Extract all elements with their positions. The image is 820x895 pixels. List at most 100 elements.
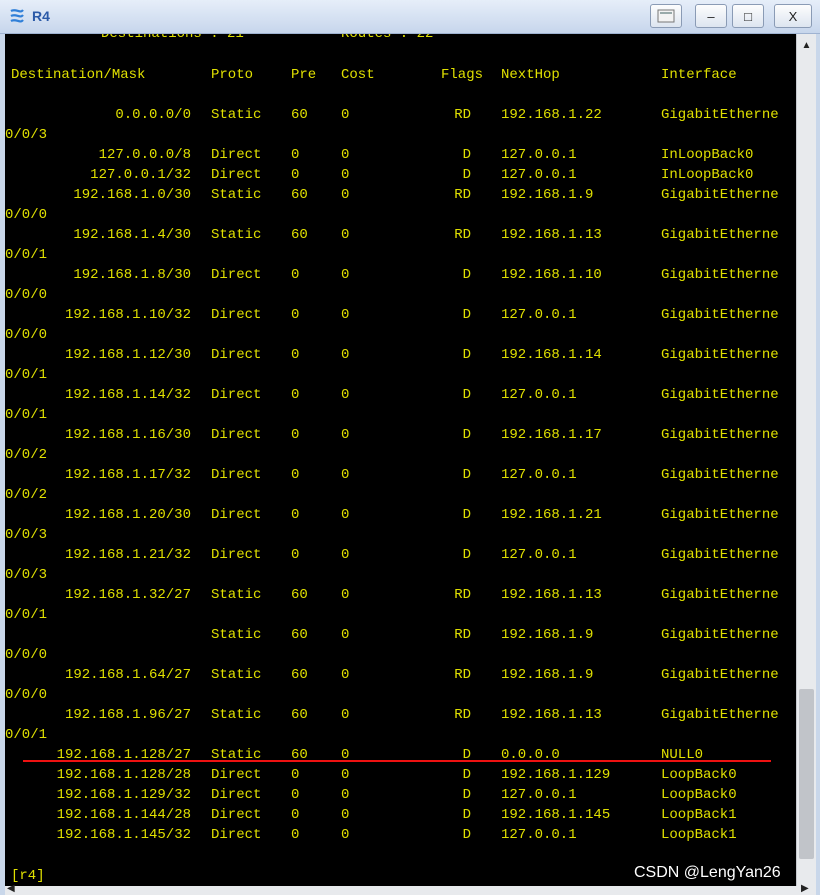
route-iface: GigabitEtherne bbox=[661, 227, 779, 243]
route-flags: D bbox=[462, 827, 471, 843]
close-button[interactable]: X bbox=[774, 4, 812, 28]
route-pre: 60 bbox=[291, 187, 308, 203]
route-flags: D bbox=[462, 807, 471, 823]
routes-count: Routes : 22 bbox=[341, 34, 434, 42]
route-flags: D bbox=[462, 347, 471, 363]
route-nexthop: 192.168.1.13 bbox=[501, 227, 602, 243]
route-proto: Static bbox=[211, 627, 262, 643]
route-proto: Static bbox=[211, 227, 262, 243]
watermark: CSDN @LengYan26 bbox=[634, 864, 781, 881]
route-proto: Direct bbox=[211, 767, 262, 783]
route-iface: GigabitEtherne bbox=[661, 107, 779, 123]
route-cost: 0 bbox=[341, 227, 350, 243]
route-iface: LoopBack1 bbox=[661, 807, 737, 823]
terminal-output[interactable]: Destinations : 21 Routes : 22 Destinatio… bbox=[5, 34, 796, 886]
route-proto: Direct bbox=[211, 467, 262, 483]
route-iface: NULL0 bbox=[661, 747, 704, 763]
route-row: 192.168.1.14/32 Direct 0 0 D 127.0.0.1 Gigabit… bbox=[11, 385, 796, 405]
route-cost: 0 bbox=[341, 427, 350, 443]
route-cost: 0 bbox=[341, 627, 350, 643]
route-pre: 60 bbox=[291, 107, 308, 123]
route-row: 192.168.1.64/27 Static 60 0 RD 192.168.1.9 Gig… bbox=[11, 665, 796, 685]
scroll-thumb[interactable] bbox=[799, 689, 814, 859]
header-proto: Proto bbox=[211, 67, 254, 83]
route-iface: LoopBack1 bbox=[661, 827, 737, 843]
route-pre: 0 bbox=[291, 347, 300, 363]
route-dest: 192.168.1.21/32 bbox=[64, 547, 191, 563]
route-row: 192.168.1.16/30 Direct 0 0 D 192.168.1.17 Giga… bbox=[11, 425, 796, 445]
route-pre: 0 bbox=[291, 787, 300, 803]
route-row: 192.168.1.32/27 Static 60 0 RD 192.168.1.13 Gi… bbox=[11, 585, 796, 605]
scroll-right-arrow-icon[interactable]: ▶ bbox=[801, 883, 809, 894]
route-nexthop: 192.168.1.13 bbox=[501, 707, 602, 723]
route-dest: 0.0.0.0/0 bbox=[115, 107, 191, 123]
vertical-scrollbar[interactable]: ▲ bbox=[796, 34, 816, 886]
horizontal-scrollbar[interactable]: ◀ ▶ bbox=[5, 883, 816, 895]
scroll-up-arrow-icon[interactable]: ▲ bbox=[797, 34, 816, 56]
route-cost: 0 bbox=[341, 307, 350, 323]
route-nexthop: 127.0.0.1 bbox=[501, 787, 577, 803]
route-proto: Direct bbox=[211, 147, 262, 163]
route-proto: Direct bbox=[211, 167, 262, 183]
route-interface-wrap: 0/0/3 bbox=[5, 527, 48, 543]
route-iface: LoopBack0 bbox=[661, 787, 737, 803]
route-dest: 192.168.1.129/32 bbox=[56, 787, 191, 803]
route-flags: D bbox=[462, 267, 471, 283]
restore-button[interactable] bbox=[650, 4, 682, 28]
route-proto: Direct bbox=[211, 307, 262, 323]
route-dest: 192.168.1.10/32 bbox=[64, 307, 191, 323]
route-row: 192.168.1.20/30 Direct 0 0 D 192.168.1.21 Giga… bbox=[11, 505, 796, 525]
route-cost: 0 bbox=[341, 187, 350, 203]
route-nexthop: 127.0.0.1 bbox=[501, 467, 577, 483]
route-dest: 192.168.1.32/27 bbox=[64, 587, 191, 603]
route-dest: 127.0.0.1/32 bbox=[90, 167, 191, 183]
route-nexthop: 192.168.1.14 bbox=[501, 347, 602, 363]
route-row: 192.168.1.128/28 Direct 0 0 D 192.168.1.129 Lo… bbox=[11, 765, 796, 785]
route-dest: 192.168.1.144/28 bbox=[56, 807, 191, 823]
route-cost: 0 bbox=[341, 167, 350, 183]
route-iface: GigabitEtherne bbox=[661, 547, 779, 563]
route-pre: 0 bbox=[291, 427, 300, 443]
route-proto: Direct bbox=[211, 267, 262, 283]
route-proto: Static bbox=[211, 667, 262, 683]
route-proto: Direct bbox=[211, 807, 262, 823]
route-nexthop: 127.0.0.1 bbox=[501, 307, 577, 323]
header-cost: Cost bbox=[341, 67, 375, 83]
route-interface-wrap: 0/0/0 bbox=[5, 687, 48, 703]
route-nexthop: 0.0.0.0 bbox=[501, 747, 560, 763]
route-dest: 192.168.1.17/32 bbox=[64, 467, 191, 483]
header-flags: Flags bbox=[441, 67, 484, 83]
route-pre: 60 bbox=[291, 707, 308, 723]
route-iface: GigabitEtherne bbox=[661, 427, 779, 443]
route-interface-wrap: 0/0/0 bbox=[5, 207, 48, 223]
route-interface-wrap: 0/0/1 bbox=[5, 367, 48, 383]
route-pre: 0 bbox=[291, 467, 300, 483]
route-row: 192.168.1.144/28 Direct 0 0 D 192.168.1.145 Lo… bbox=[11, 805, 796, 825]
route-iface: GigabitEtherne bbox=[661, 467, 779, 483]
route-row: 192.168.1.96/27 Static 60 0 RD 192.168.1.13 Gi… bbox=[11, 705, 796, 725]
route-pre: 60 bbox=[291, 587, 308, 603]
route-interface-wrap: 0/0/1 bbox=[5, 607, 48, 623]
route-nexthop: 127.0.0.1 bbox=[501, 827, 577, 843]
route-cost: 0 bbox=[341, 547, 350, 563]
route-pre: 60 bbox=[291, 747, 308, 763]
route-proto: Direct bbox=[211, 547, 262, 563]
route-interface-wrap: 0/0/1 bbox=[5, 727, 48, 743]
route-proto: Direct bbox=[211, 347, 262, 363]
route-iface: GigabitEtherne bbox=[661, 667, 779, 683]
route-row: 0.0.0.0/0 Static 60 0 RD 192.168.1.22 GigabitE… bbox=[11, 105, 796, 125]
route-interface-wrap: 0/0/3 bbox=[5, 567, 48, 583]
maximize-button[interactable]: □ bbox=[732, 4, 764, 28]
route-interface-wrap: 0/0/2 bbox=[5, 447, 48, 463]
route-nexthop: 127.0.0.1 bbox=[501, 167, 577, 183]
route-pre: 60 bbox=[291, 627, 308, 643]
route-nexthop: 192.168.1.9 bbox=[501, 627, 594, 643]
route-iface: LoopBack0 bbox=[661, 767, 737, 783]
route-row: 192.168.1.129/32 Direct 0 0 D 127.0.0.1 LoopBa… bbox=[11, 785, 796, 805]
cli-prompt[interactable]: [r4] bbox=[11, 866, 45, 886]
route-nexthop: 192.168.1.9 bbox=[501, 667, 594, 683]
minimize-button[interactable]: – bbox=[695, 4, 727, 28]
scroll-left-arrow-icon[interactable]: ◀ bbox=[7, 883, 15, 894]
route-dest: 192.168.1.12/30 bbox=[64, 347, 191, 363]
route-iface: GigabitEtherne bbox=[661, 187, 779, 203]
